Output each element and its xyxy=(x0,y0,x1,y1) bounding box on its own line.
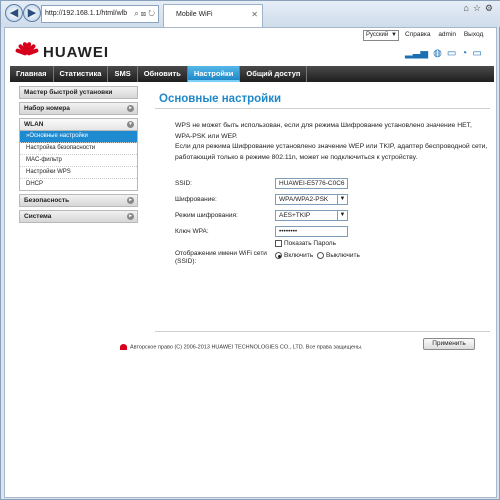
sim-icon: ▭ xyxy=(446,48,457,59)
apply-button[interactable]: Применить xyxy=(423,338,475,350)
sidebar-item-label: Безопасность xyxy=(24,197,70,204)
sidebar-wlan-submenu: »Основные настройки Настройка безопаснос… xyxy=(19,131,138,191)
sidebar-item-basic-settings[interactable]: »Основные настройки xyxy=(20,131,137,143)
encryption-value: WPA/WPA2-PSK xyxy=(279,196,329,203)
ssid-broadcast-off-radio[interactable]: Выключить xyxy=(317,252,360,259)
ssid-broadcast-label-line1: Отображение имени WiFi сети xyxy=(175,250,267,257)
forward-button[interactable]: ▶ xyxy=(23,4,41,22)
sidebar-wlan[interactable]: WLAN ▾ xyxy=(19,118,138,131)
sidebar-dial[interactable]: Набор номера ▸ xyxy=(19,102,138,115)
main-content: Основные настройки WPS не может быть исп… xyxy=(155,93,490,268)
sidebar-quick-setup[interactable]: Мастер быстрой установки xyxy=(19,86,138,99)
apply-bar: Применить xyxy=(155,331,490,350)
huawei-logo: HUAWEI xyxy=(15,41,109,62)
ssid-broadcast-on-radio[interactable]: Включить xyxy=(275,252,313,259)
window-controls[interactable]: ⌂☆⚙ xyxy=(463,3,497,14)
chevron-down-icon: ▼ xyxy=(337,211,347,220)
chevron-right-icon: ▸ xyxy=(127,105,134,112)
encryption-label: Шифрование: xyxy=(175,196,217,203)
language-select[interactable]: Русский ▼ xyxy=(363,30,399,41)
sidebar: Мастер быстрой установки Набор номера ▸ W… xyxy=(19,86,138,226)
menu-statistics[interactable]: Статистика xyxy=(54,66,109,82)
menu-sharing[interactable]: Общий доступ xyxy=(240,66,308,82)
user-link[interactable]: admin xyxy=(438,31,456,38)
refresh-icon[interactable]: ⌕ ⊠ ↻ xyxy=(134,6,155,22)
sidebar-item-label: Набор номера xyxy=(24,105,70,112)
globe-icon: ◍ xyxy=(433,48,442,59)
ssid-broadcast-label-line2: (SSID): xyxy=(175,258,197,265)
page-title: Основные настройки xyxy=(155,93,490,109)
back-button[interactable]: ◀ xyxy=(5,4,23,22)
huawei-flower-icon xyxy=(120,344,127,350)
wifi-icon: ◔ xyxy=(461,48,468,59)
sidebar-item-wps[interactable]: Настройки WPS xyxy=(20,167,137,179)
note-wps: WPS не может быть использован, если для … xyxy=(175,122,472,140)
info-notes: WPS не может быть использован, если для … xyxy=(155,121,490,163)
huawei-flower-icon xyxy=(15,41,39,62)
logo-text: HUAWEI xyxy=(43,43,109,61)
sidebar-system[interactable]: Система ▸ xyxy=(19,210,138,223)
main-menu: Главная Статистика SMS Обновить Настройк… xyxy=(10,66,494,82)
chevron-down-icon: ▾ xyxy=(127,121,134,128)
sidebar-item-label: Мастер быстрой установки xyxy=(24,89,113,96)
browser-window: ◀ ▶ http://192.168.1.1/html/wlb ⌕ ⊠ ↻ Mo… xyxy=(0,0,500,500)
logout-link[interactable]: Выход xyxy=(464,31,483,38)
wpa-key-label: Ключ WPA: xyxy=(175,228,209,235)
note-wep: Если для режима Шифрование установлено з… xyxy=(175,143,488,161)
cipher-mode-select[interactable]: AES+TKIP ▼ xyxy=(275,210,348,221)
radio-icon xyxy=(317,252,324,259)
chevron-down-icon: ▼ xyxy=(337,195,347,204)
web-page: Русский ▼ Справка admin Выход HUAWEI ▂▃▅… xyxy=(4,27,497,498)
ssid-label: SSID: xyxy=(175,180,192,187)
chevron-down-icon: ▼ xyxy=(391,32,397,38)
sidebar-item-dhcp[interactable]: DHCP xyxy=(20,179,137,190)
tab-title: Mobile WiFi xyxy=(176,11,213,18)
encryption-select[interactable]: WPA/WPA2-PSK ▼ xyxy=(275,194,348,205)
footer: Авторское право (C) 2006-2013 HUAWEI TEC… xyxy=(120,344,363,350)
close-tab-icon[interactable]: ✕ xyxy=(251,5,258,25)
cipher-mode-value: AES+TKIP xyxy=(279,212,311,219)
show-password-checkbox[interactable]: Показать Пароль xyxy=(275,240,336,247)
ssid-input[interactable]: HUAWEI-E5776-C0C6 xyxy=(275,178,348,189)
menu-sms[interactable]: SMS xyxy=(108,66,138,82)
browser-toolbar: ◀ ▶ http://192.168.1.1/html/wlb ⌕ ⊠ ↻ Mo… xyxy=(1,1,500,27)
battery-icon: ▭ xyxy=(472,48,482,59)
sidebar-item-label: Система xyxy=(24,213,52,220)
address-bar[interactable]: http://192.168.1.1/html/wlb ⌕ ⊠ ↻ xyxy=(41,5,159,23)
address-text: http://192.168.1.1/html/wlb xyxy=(45,10,128,17)
sidebar-item-mac-filter[interactable]: MAC-фильтр xyxy=(20,155,137,167)
radio-selected-icon xyxy=(275,252,282,259)
help-link[interactable]: Справка xyxy=(405,31,431,38)
menu-update[interactable]: Обновить xyxy=(138,66,188,82)
radio-off-label: Выключить xyxy=(326,252,360,260)
checkbox-icon xyxy=(275,240,282,247)
language-value: Русский xyxy=(366,32,389,38)
signal-icon: ▂▃▅ xyxy=(405,48,429,59)
sidebar-security[interactable]: Безопасность ▸ xyxy=(19,194,138,207)
sidebar-item-security-settings[interactable]: Настройка безопасности xyxy=(20,143,137,155)
wlan-form: SSID: HUAWEI-E5776-C0C6 Шифрование: WPA/… xyxy=(155,178,490,268)
sidebar-item-label: WLAN xyxy=(24,121,44,128)
browser-tab[interactable]: Mobile WiFi ✕ xyxy=(163,4,263,27)
status-icons: ▂▃▅ ◍ ▭ ◔ ▭ xyxy=(405,48,482,59)
wpa-key-input[interactable]: •••••••• xyxy=(275,226,348,237)
cipher-mode-label: Режим шифрования: xyxy=(175,212,238,219)
chevron-right-icon: ▸ xyxy=(127,213,134,220)
show-password-label: Показать Пароль xyxy=(284,240,336,248)
copyright-text: Авторское право (C) 2006-2013 HUAWEI TEC… xyxy=(130,344,363,351)
menu-settings[interactable]: Настройки xyxy=(187,66,241,82)
radio-on-label: Включить xyxy=(284,252,314,260)
ssid-broadcast-label: Отображение имени WiFi сети (SSID): xyxy=(175,250,267,266)
chevron-right-icon: ▸ xyxy=(127,197,134,204)
menu-home[interactable]: Главная xyxy=(10,66,54,82)
top-links: Справка admin Выход xyxy=(405,31,483,38)
